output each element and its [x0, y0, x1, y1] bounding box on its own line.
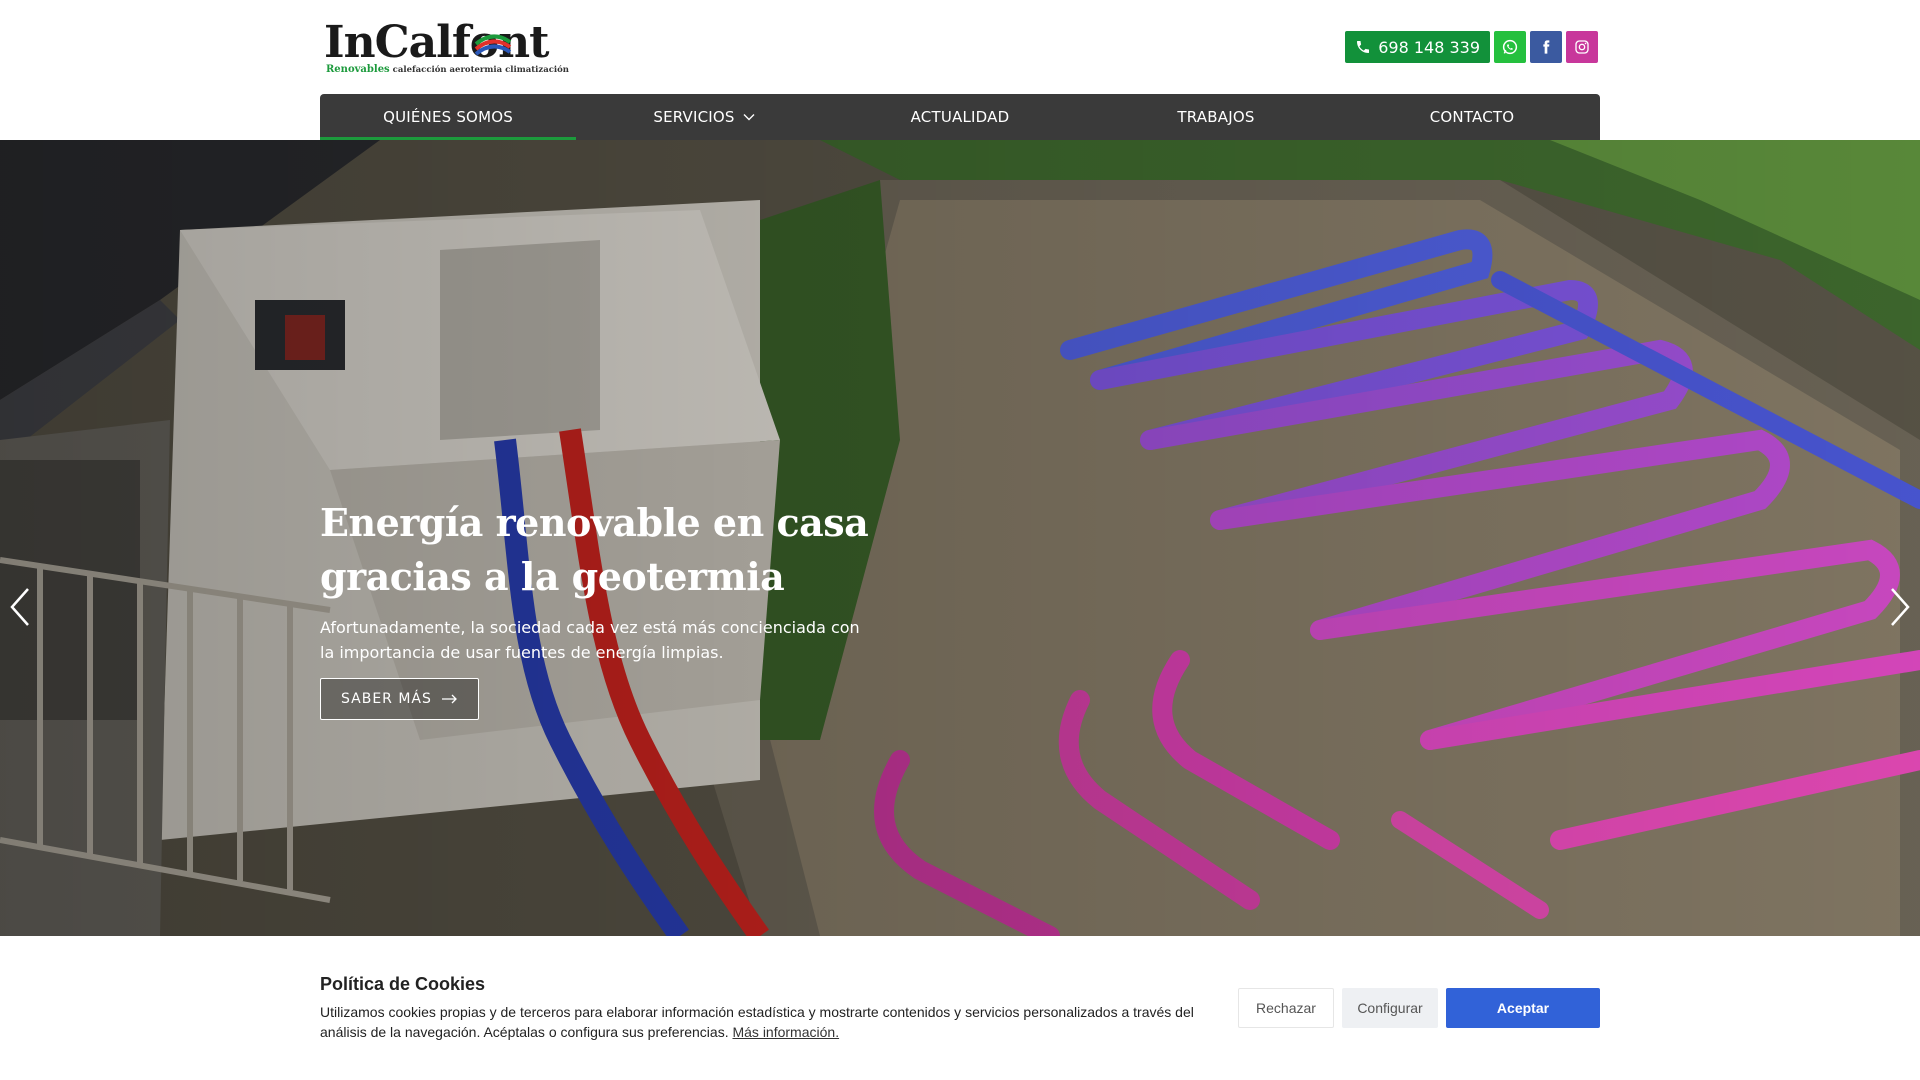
- nav-item-contacto[interactable]: CONTACTO: [1344, 94, 1600, 140]
- contact-buttons: 698 148 339: [1345, 31, 1598, 63]
- logo-tagline-green: Renovables: [326, 64, 390, 75]
- phone-button[interactable]: 698 148 339: [1345, 31, 1490, 63]
- phone-icon: [1357, 41, 1370, 53]
- more-info-link[interactable]: Más información.: [732, 1024, 839, 1040]
- facebook-button[interactable]: [1530, 31, 1562, 63]
- slider-next-arrow-icon[interactable]: [1884, 585, 1914, 629]
- hero-overlay: [0, 140, 1920, 936]
- slider-prev-arrow-icon[interactable]: [6, 585, 36, 629]
- nav-item-label: QUIÉNES SOMOS: [383, 108, 513, 126]
- phone-number: 698 148 339: [1378, 37, 1480, 57]
- cookie-actions: Rechazar Configurar Aceptar: [1238, 988, 1600, 1028]
- incalfont-logo[interactable]: InCalfont Renovables calefacción aeroter…: [322, 17, 569, 76]
- logo-swirl-icon: [474, 34, 512, 56]
- nav-item-label: SERVICIOS: [653, 108, 735, 126]
- logo-wordmark: InCalfont: [324, 17, 549, 68]
- nav-item-actualidad[interactable]: ACTUALIDAD: [832, 94, 1088, 140]
- cookie-text: Utilizamos cookies propias y de terceros…: [320, 1002, 1220, 1042]
- nav-item-trabajos[interactable]: TRABAJOS: [1088, 94, 1344, 140]
- hero-description: Afortunadamente, la sociedad cada vez es…: [320, 618, 860, 662]
- main-nav: QUIÉNES SOMOS SERVICIOS ACTUALIDAD TRABA…: [320, 94, 1600, 140]
- configure-cookies-button[interactable]: Configurar: [1342, 988, 1438, 1028]
- logo-tagline-rest: calefacción aerotermia climatización: [392, 65, 569, 75]
- whatsapp-button[interactable]: [1494, 31, 1526, 63]
- nav-item-quienes-somos[interactable]: QUIÉNES SOMOS: [320, 94, 576, 140]
- arrow-right-icon: [441, 694, 457, 704]
- cookie-banner: Política de Cookies Utilizamos cookies p…: [0, 936, 1920, 1080]
- saber-mas-button[interactable]: SABER MÁS: [320, 678, 479, 720]
- chevron-down-icon: [743, 114, 755, 121]
- instagram-button[interactable]: [1566, 31, 1598, 63]
- hero-slider: Energía renovable en casa gracias a la g…: [0, 140, 1920, 936]
- nav-item-label: ACTUALIDAD: [910, 108, 1010, 126]
- whatsapp-icon: [1502, 39, 1518, 55]
- site-header: InCalfont Renovables calefacción aeroter…: [0, 0, 1920, 140]
- accept-cookies-button[interactable]: Aceptar: [1446, 988, 1600, 1028]
- logo-tagline: Renovables calefacción aerotermia climat…: [326, 64, 569, 75]
- saber-mas-label: SABER MÁS: [341, 691, 432, 707]
- nav-item-label: CONTACTO: [1429, 108, 1515, 126]
- instagram-icon: [1575, 40, 1589, 54]
- nav-item-label: TRABAJOS: [1177, 108, 1255, 126]
- facebook-icon: [1543, 40, 1550, 54]
- nav-item-servicios[interactable]: SERVICIOS: [576, 94, 832, 140]
- reject-cookies-button[interactable]: Rechazar: [1238, 988, 1334, 1028]
- hero-title: Energía renovable en casa gracias a la g…: [320, 500, 869, 599]
- cookie-title: Política de Cookies: [320, 974, 486, 994]
